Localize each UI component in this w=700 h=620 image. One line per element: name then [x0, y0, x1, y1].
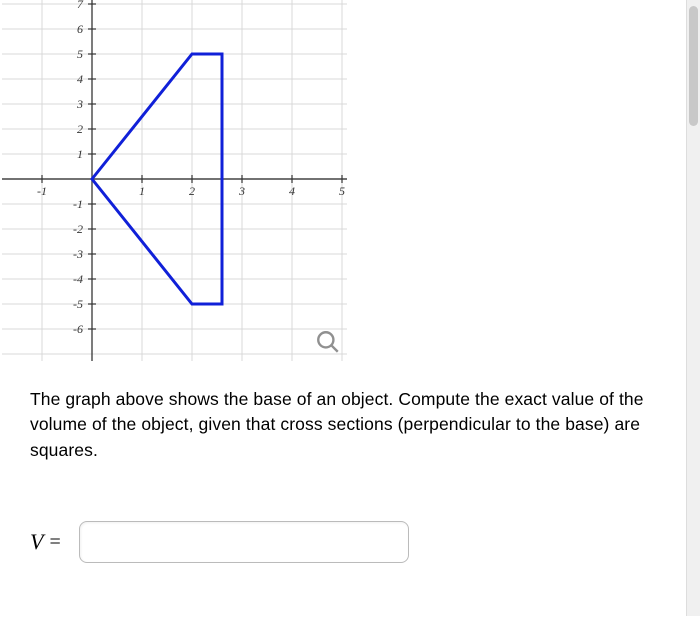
svg-text:1: 1: [139, 184, 145, 198]
equals-sign: =: [49, 531, 60, 554]
svg-text:1: 1: [77, 147, 83, 161]
vertical-scrollbar[interactable]: [686, 0, 700, 616]
answer-label: V =: [30, 529, 61, 555]
svg-text:5: 5: [77, 47, 83, 61]
svg-text:2: 2: [189, 184, 195, 198]
svg-text:3: 3: [238, 184, 245, 198]
svg-text:-5: -5: [73, 297, 83, 311]
coordinate-grid: -6 -5 -4 -3 -2 -1 1 2 3 4 5 6 7 -1 1 2 3 4 5: [2, 0, 347, 361]
svg-text:6: 6: [77, 22, 83, 36]
svg-text:4: 4: [289, 184, 295, 198]
svg-text:-4: -4: [73, 272, 83, 286]
svg-text:-1: -1: [37, 184, 47, 198]
graph-panel: -6 -5 -4 -3 -2 -1 1 2 3 4 5 6 7 -1 1 2 3 4 5: [2, 0, 347, 361]
svg-text:-2: -2: [73, 222, 83, 236]
svg-text:4: 4: [77, 72, 83, 86]
svg-text:-1: -1: [73, 197, 83, 211]
answer-row: V =: [30, 521, 670, 563]
svg-text:3: 3: [76, 97, 83, 111]
svg-text:2: 2: [77, 122, 83, 136]
svg-text:5: 5: [339, 184, 345, 198]
svg-text:-3: -3: [73, 247, 83, 261]
variable-name: V: [30, 529, 43, 555]
svg-text:-6: -6: [73, 322, 83, 336]
scrollbar-thumb[interactable]: [689, 6, 698, 126]
svg-text:7: 7: [77, 0, 84, 11]
volume-input[interactable]: [79, 521, 409, 563]
zoom-icon[interactable]: [315, 329, 341, 355]
problem-text: The graph above shows the base of an obj…: [30, 387, 650, 463]
